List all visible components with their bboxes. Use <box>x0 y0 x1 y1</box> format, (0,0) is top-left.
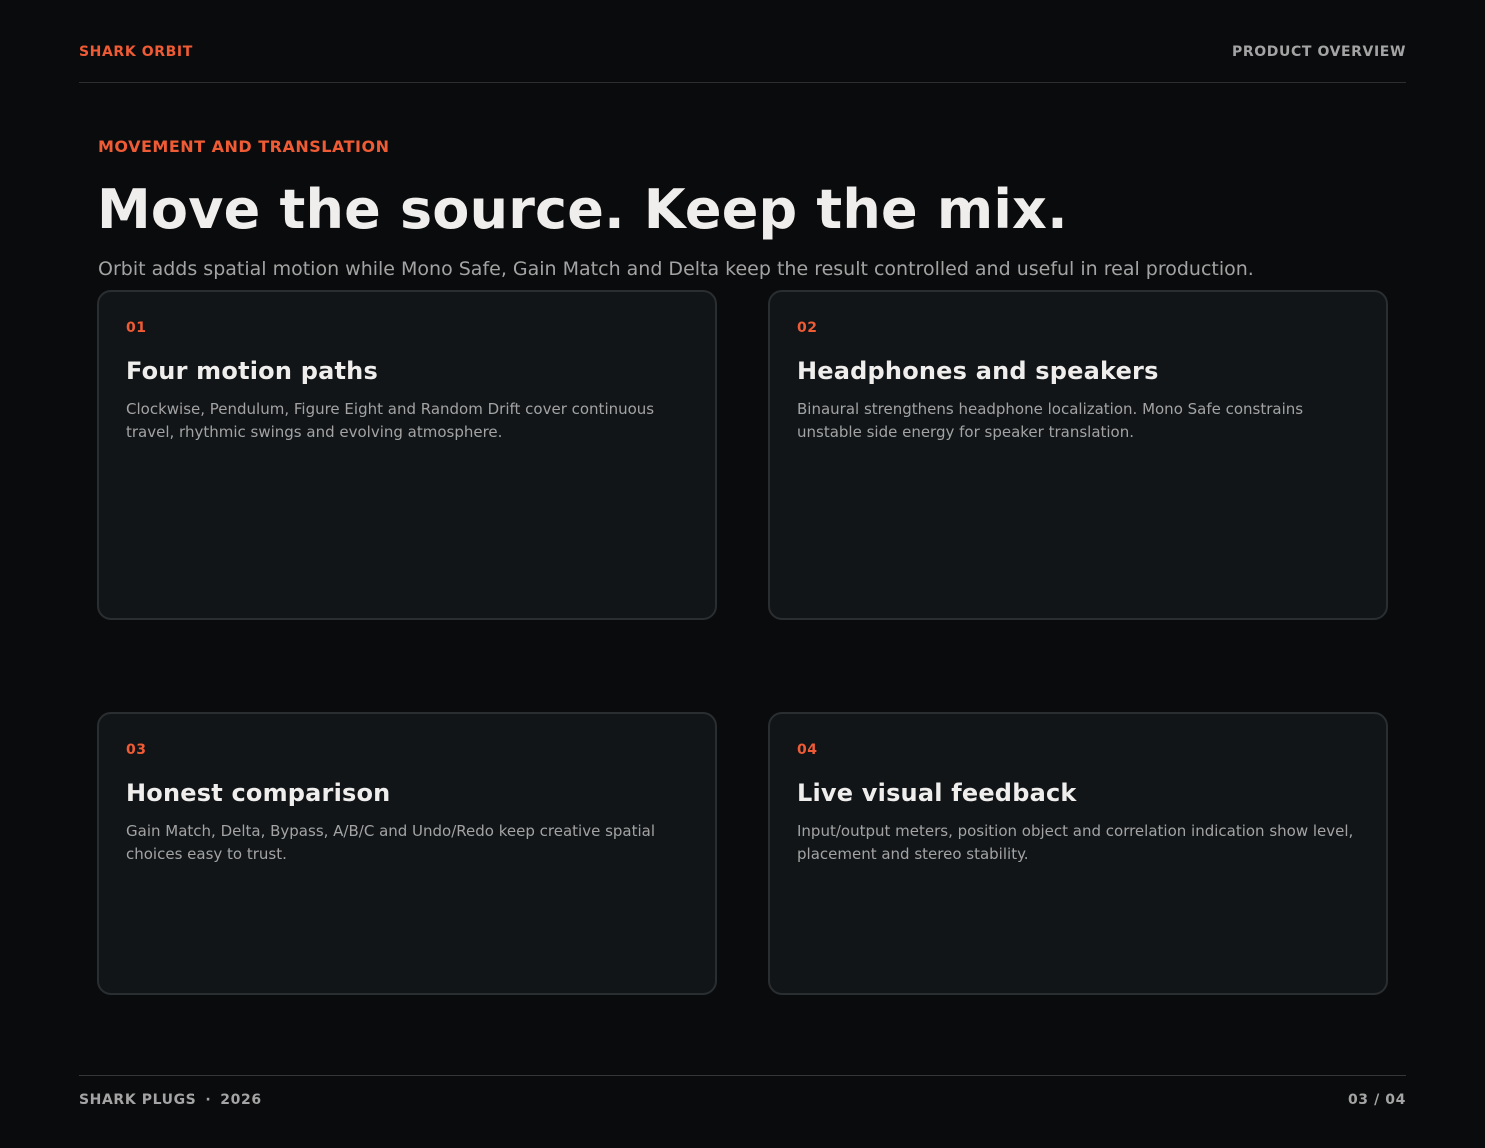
feature-title: Live visual feedback <box>797 779 1077 807</box>
feature-description: Clockwise, Pendulum, Figure Eight and Ra… <box>126 400 655 441</box>
section-eyebrow: MOVEMENT AND TRANSLATION <box>98 137 390 156</box>
slide-page: SHARK ORBIT PRODUCT OVERVIEW MOVEMENT AN… <box>0 0 1485 1148</box>
feature-number: 04 <box>797 742 818 758</box>
feature-card-honest-comparison: 03 Honest comparison Gain Match, Delta, … <box>97 712 717 995</box>
top-bar: SHARK ORBIT PRODUCT OVERVIEW <box>79 44 1406 64</box>
document-type-label: PRODUCT OVERVIEW <box>1232 44 1406 60</box>
footer-year: 2026 <box>220 1092 262 1108</box>
feature-number: 03 <box>126 742 147 758</box>
feature-number: 01 <box>126 320 147 336</box>
header-divider <box>79 82 1406 83</box>
feature-card-visual-feedback: 04 Live visual feedback Input/output met… <box>768 712 1388 995</box>
footer-separator: · <box>205 1092 212 1108</box>
feature-description: Gain Match, Delta, Bypass, A/B/C and Und… <box>126 822 655 863</box>
feature-description: Binaural strengthens headphone localizat… <box>797 400 1304 441</box>
feature-card-headphones-speakers: 02 Headphones and speakers Binaural stre… <box>768 290 1388 620</box>
feature-title: Four motion paths <box>126 357 378 385</box>
footer-credit: SHARK PLUGS · 2026 <box>79 1092 262 1108</box>
page-title: Move the source. Keep the mix. <box>97 178 1068 241</box>
footer-company: SHARK PLUGS <box>79 1092 197 1108</box>
brand-label: SHARK ORBIT <box>79 44 193 60</box>
page-subtitle: Orbit adds spatial motion while Mono Saf… <box>98 258 1254 280</box>
feature-card-motion-paths: 01 Four motion paths Clockwise, Pendulum… <box>97 290 717 620</box>
feature-description: Input/output meters, position object and… <box>797 822 1354 863</box>
page-indicator: 03 / 04 <box>1347 1092 1406 1108</box>
feature-number: 02 <box>797 320 818 336</box>
feature-title: Honest comparison <box>126 779 391 807</box>
feature-title: Headphones and speakers <box>797 357 1159 385</box>
footer-divider <box>79 1075 1406 1076</box>
